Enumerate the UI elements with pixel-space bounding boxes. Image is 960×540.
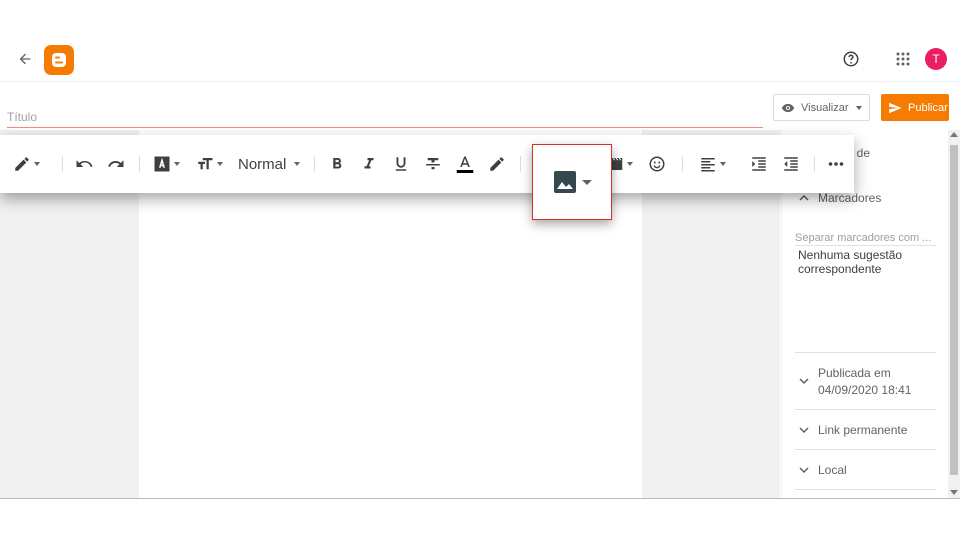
underline-icon: [395, 157, 407, 171]
scroll-thumb[interactable]: [950, 145, 958, 475]
sidebar-scrollbar[interactable]: [948, 130, 960, 498]
blogger-post-editor: T Visualizar Publicar ...ções de Marcado…: [0, 0, 960, 540]
text-size-icon: [198, 158, 213, 170]
post-title-input[interactable]: [7, 106, 763, 128]
highlighter-icon: [490, 157, 504, 171]
redo-icon: [108, 160, 124, 167]
chevron-down-icon[interactable]: [799, 425, 809, 435]
toolbar-separator: [139, 156, 140, 172]
insert-video-button[interactable]: [610, 154, 633, 174]
formatting-toolbar: Normal: [0, 135, 854, 193]
bold-icon: [333, 158, 342, 169]
insert-emoji-button[interactable]: [648, 154, 666, 174]
caret-down-icon: [294, 162, 301, 166]
preview-label: Visualizar: [801, 101, 849, 114]
toolbar-separator: [314, 156, 315, 172]
preview-dropdown-button[interactable]: [849, 94, 870, 121]
paragraph-style-label: Normal: [238, 155, 287, 173]
caret-down-icon: [174, 162, 180, 166]
divider: [795, 352, 936, 353]
top-bar: T: [0, 0, 960, 82]
video-clapper-icon: [611, 157, 623, 170]
blogger-logo[interactable]: [44, 45, 74, 75]
more-horizontal-icon: [828, 162, 844, 166]
chevron-down-icon[interactable]: [799, 376, 809, 386]
divider: [795, 409, 936, 410]
underline-button[interactable]: [392, 154, 410, 174]
more-options-button[interactable]: [828, 154, 844, 174]
user-avatar[interactable]: T: [925, 48, 947, 70]
scroll-up-arrow-icon[interactable]: [950, 132, 958, 137]
tags-input[interactable]: [795, 230, 936, 246]
align-left-icon: [701, 158, 715, 172]
indent-decrease-icon: [784, 157, 798, 171]
send-icon: [889, 102, 902, 113]
location-label[interactable]: Local: [818, 463, 847, 477]
help-circle-icon: [843, 51, 859, 67]
chevron-up-icon[interactable]: [799, 193, 809, 203]
blogger-b-icon: [52, 53, 66, 67]
toolbar-separator: [520, 156, 521, 172]
scroll-down-arrow-icon[interactable]: [950, 490, 958, 495]
caret-down-icon: [217, 162, 223, 166]
align-button[interactable]: [699, 154, 726, 174]
back-button[interactable]: [14, 48, 36, 70]
help-button[interactable]: [840, 48, 862, 70]
caret-down-icon: [856, 105, 862, 110]
paragraph-style-dropdown[interactable]: Normal: [238, 154, 301, 174]
toolbar-separator: [814, 156, 815, 172]
compose-mode-button[interactable]: [13, 154, 40, 174]
caret-down-icon: [581, 179, 592, 185]
published-label[interactable]: Publicada em: [818, 366, 891, 380]
highlight-color-button[interactable]: [488, 154, 506, 174]
text-color-button[interactable]: [456, 154, 474, 174]
divider: [795, 489, 936, 490]
bottom-strip: [0, 498, 960, 540]
apps-grid-icon: [896, 52, 910, 66]
publish-label: Publicar: [908, 101, 948, 114]
strikethrough-button[interactable]: [424, 154, 442, 174]
image-icon: [553, 171, 576, 193]
permalink-label[interactable]: Link permanente: [818, 423, 907, 437]
caret-down-icon: [34, 162, 40, 166]
text-color-icon: [456, 156, 474, 173]
eye-icon: [781, 103, 795, 112]
font-size-button[interactable]: [196, 154, 223, 174]
publish-button[interactable]: Publicar: [881, 94, 949, 121]
undo-button[interactable]: [75, 154, 93, 174]
toolbar-separator: [682, 156, 683, 172]
font-family-button[interactable]: [153, 154, 180, 174]
tags-section-title[interactable]: Marcadores: [818, 191, 881, 205]
bold-button[interactable]: [328, 154, 346, 174]
redo-button[interactable]: [107, 154, 125, 174]
no-suggestions-text: Nenhuma sugestão correspondente: [798, 248, 903, 276]
emoji-icon: [649, 156, 665, 172]
italic-button[interactable]: [360, 154, 378, 174]
toolbar-separator: [62, 156, 63, 172]
preview-button[interactable]: Visualizar: [773, 94, 850, 121]
caret-down-icon: [720, 162, 726, 166]
insert-image-button[interactable]: [532, 144, 612, 220]
divider: [795, 449, 936, 450]
arrow-left-icon: [19, 53, 31, 65]
undo-icon: [76, 160, 93, 167]
italic-icon: [364, 158, 374, 169]
indent-button[interactable]: [750, 154, 768, 174]
font-icon: [154, 156, 170, 172]
caret-down-icon: [627, 162, 633, 166]
outdent-button[interactable]: [782, 154, 800, 174]
apps-button[interactable]: [892, 48, 914, 70]
published-date: 04/09/2020 18:41: [818, 383, 912, 397]
chevron-down-icon[interactable]: [799, 465, 809, 475]
strikethrough-icon: [426, 158, 440, 170]
pencil-icon: [15, 157, 29, 171]
indent-increase-icon: [752, 157, 766, 171]
